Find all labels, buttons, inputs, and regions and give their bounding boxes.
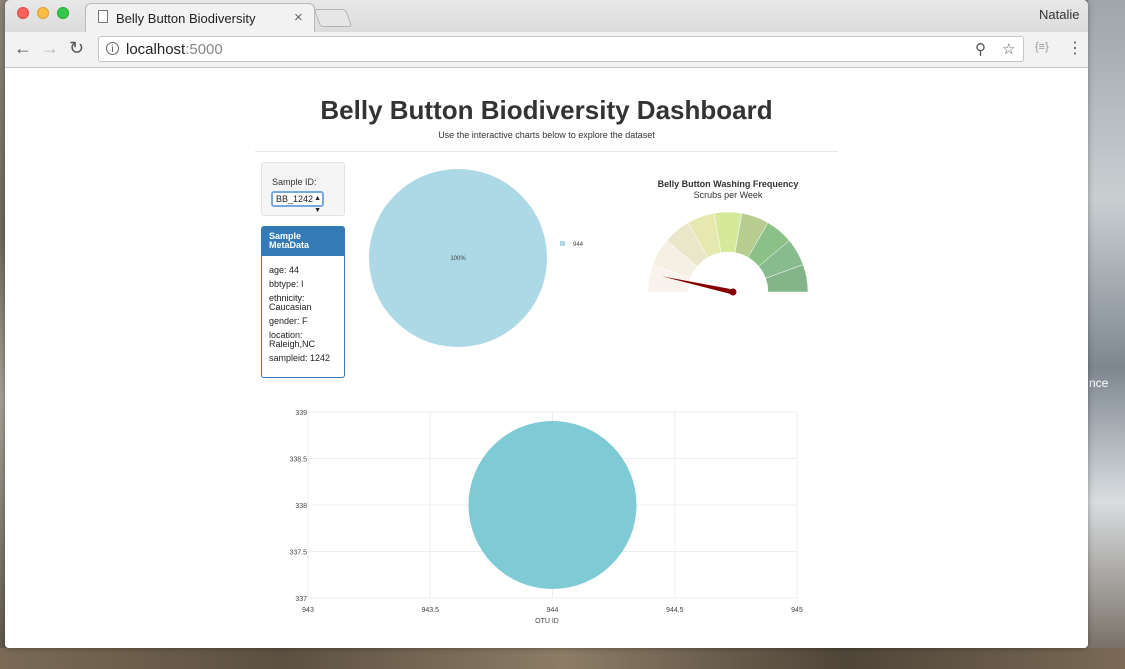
metadata-panel: Sample MetaData age: 44 bbtype: I ethnic… (261, 226, 345, 378)
bubble-point (468, 421, 637, 589)
metadata-item-ethnicity: ethnicity: Caucasian (269, 293, 312, 312)
reload-icon[interactable]: ↻ (69, 38, 84, 59)
profile-name[interactable]: Natalie (1039, 7, 1079, 22)
address-bar[interactable]: i localhost:5000 ⚲ ☆ (98, 36, 1024, 62)
document-icon (98, 10, 108, 23)
sample-selector-panel: Sample ID: BB_1242 ▲ ▼ (261, 162, 345, 216)
forward-arrow-icon[interactable]: → (41, 38, 59, 59)
tab-bar: Belly Button Biodiversity × Natalie (5, 0, 1088, 32)
browser-tab[interactable]: Belly Button Biodiversity × (85, 3, 315, 32)
bubble-x-tick-label: 943.5 (421, 607, 439, 614)
desktop-background-bottom (0, 648, 1125, 669)
sample-id-selected: BB_1242 (276, 194, 314, 204)
page-title: Belly Button Biodiversity Dashboard (320, 95, 773, 125)
sample-id-label: Sample ID: (272, 177, 317, 187)
url-text[interactable]: localhost:5000 (126, 41, 223, 58)
metadata-item-sampleid: sampleid: 1242 (269, 353, 331, 363)
browser-toolbar: ← → ↻ i localhost:5000 ⚲ ☆ {≡} ⋮ (5, 32, 1088, 68)
page-subtitle: Use the interactive charts below to expl… (438, 130, 655, 140)
bubble-x-tick-label: 944 (547, 607, 559, 614)
bubble-y-tick-label: 338 (295, 503, 307, 510)
zoom-window-button[interactable] (57, 7, 69, 19)
page-content: Belly Button Biodiversity Dashboard Use … (5, 68, 1088, 648)
bubble-chart[interactable]: 943 943.5 944 944.5 945 337 337.5 338 338.5 339 O… (275, 408, 815, 628)
gauge-chart[interactable]: Belly Button Washing Frequency Scrubs pe… (625, 173, 830, 303)
bubble-x-axis-label: OTU ID (535, 618, 559, 625)
info-icon[interactable]: i (106, 42, 119, 55)
metadata-item-location: location: Raleigh,NC (269, 330, 316, 349)
close-window-button[interactable] (17, 7, 29, 19)
pie-chart[interactable]: 100% 944 (355, 158, 605, 358)
bookmark-star-icon[interactable]: ☆ (1002, 40, 1015, 58)
new-tab-button[interactable] (313, 9, 353, 27)
sample-id-select[interactable]: BB_1242 ▲ ▼ (271, 191, 324, 214)
bubble-y-tick-label: 339 (295, 410, 307, 417)
bubble-y-tick-label: 337.5 (289, 550, 307, 557)
pie-legend-swatch (560, 241, 565, 246)
minimize-window-button[interactable] (37, 7, 49, 19)
metadata-list: age: 44 bbtype: I ethnicity: Caucasian g… (262, 256, 344, 363)
url-port: :5000 (185, 41, 223, 58)
extension-icon[interactable]: {≡} (1035, 41, 1049, 53)
bubble-x-tick-label: 943 (302, 607, 314, 614)
bubble-y-tick-label: 338.5 (289, 457, 307, 464)
divider (255, 151, 838, 152)
bubble-x-tick-label: 945 (791, 607, 803, 614)
metadata-item-gender: gender: F (269, 316, 308, 326)
gauge-needle-pivot (729, 288, 737, 296)
tab-title: Belly Button Biodiversity (116, 11, 256, 26)
pie-legend-label: 944 (573, 242, 584, 248)
metadata-heading: Sample MetaData (262, 227, 344, 256)
bubble-y-tick-label: 337 (295, 596, 307, 603)
tab-close-icon[interactable]: × (294, 9, 303, 26)
desktop-background (1088, 0, 1125, 669)
more-menu-icon[interactable]: ⋮ (1067, 38, 1083, 58)
gauge-subtitle: Scrubs per Week (694, 190, 763, 200)
back-arrow-icon[interactable]: ← (14, 38, 32, 59)
pie-slice-label: 100% (450, 256, 466, 262)
metadata-item-age: age: 44 (269, 265, 300, 275)
bubble-x-tick-label: 944.5 (666, 607, 684, 614)
url-host: localhost (126, 41, 186, 58)
zoom-icon[interactable]: ⚲ (975, 40, 986, 58)
desktop-partial-label: nce (1089, 376, 1109, 390)
browser-window: Belly Button Biodiversity × Natalie ← → … (5, 0, 1088, 648)
gauge-title: Belly Button Washing Frequency (658, 179, 799, 189)
metadata-item-bbtype: bbtype: I (269, 279, 304, 289)
select-arrows-icon: ▲ ▼ (314, 195, 321, 214)
